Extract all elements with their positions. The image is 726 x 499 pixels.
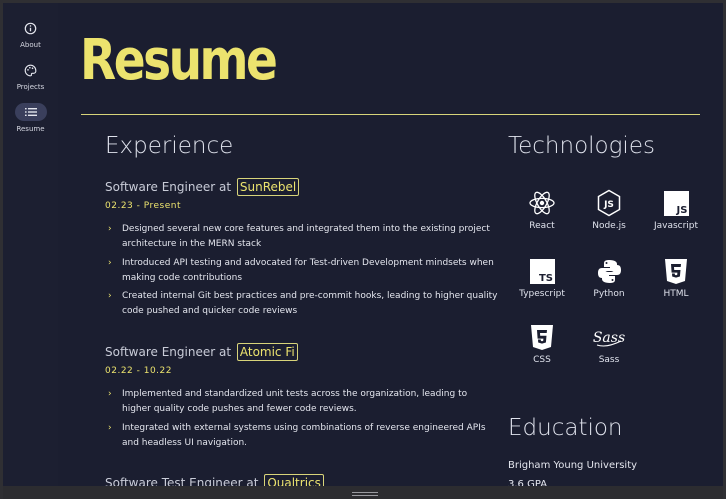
nav-item-resume[interactable]: Resume <box>3 103 58 133</box>
nav-label: About <box>20 41 41 49</box>
tech-name: HTML <box>663 289 689 299</box>
window-bottom-bar <box>0 486 726 499</box>
tech-item-react: React <box>512 188 572 231</box>
sass-icon: Sass <box>579 322 639 352</box>
tech-name: Typescript <box>519 289 565 299</box>
job-title: Software Engineer at Atomic Fi <box>105 343 298 361</box>
nav-label: Projects <box>16 83 45 91</box>
job-bullet: › Integrated with external systems using… <box>108 423 486 448</box>
palette-icon <box>15 61 47 79</box>
tech-name: React <box>529 221 555 231</box>
sidebar-nav: About Projects Resume <box>3 3 58 486</box>
job-title: Software Engineer at SunRebel <box>105 178 300 196</box>
nav-item-projects[interactable]: Projects <box>3 61 58 91</box>
tech-item-javascript: JS Javascript <box>646 188 706 231</box>
job-dates: 02.23 - Present <box>105 201 182 211</box>
list-icon <box>14 103 47 121</box>
chevron-right-icon: › <box>108 423 112 433</box>
chevron-right-icon: › <box>108 291 112 301</box>
company-link[interactable]: Atomic Fi <box>236 343 298 361</box>
company-link[interactable]: SunRebel <box>236 178 300 196</box>
svg-text:TS: TS <box>538 273 552 284</box>
info-icon <box>15 19 47 37</box>
svg-text:JS: JS <box>675 205 687 216</box>
html5-icon <box>646 256 706 286</box>
resize-grip-line <box>352 495 378 496</box>
tech-name: Sass <box>598 355 620 365</box>
svg-text:Sass: Sass <box>593 330 625 346</box>
tech-name: Node.js <box>592 221 626 231</box>
tech-name: Javascript <box>653 221 699 231</box>
css3-icon <box>512 322 572 352</box>
job-bullet: › Designed several new core features and… <box>108 224 490 249</box>
job-bullet: › Implemented and standardized unit test… <box>108 389 468 414</box>
job-role: Software Engineer at <box>105 345 232 359</box>
education-heading: Education <box>508 415 623 441</box>
tech-item-sass: Sass Sass <box>579 322 639 365</box>
nodejs-icon: JS <box>579 188 639 218</box>
tech-item-nodejs: JS Node.js <box>579 188 639 231</box>
job-bullet: › Created internal Git best practices an… <box>108 291 498 316</box>
education-school: Brigham Young University <box>508 460 638 471</box>
tech-item-html: HTML <box>646 256 706 299</box>
experience-heading: Experience <box>105 133 234 159</box>
tech-item-typescript: TS Typescript <box>512 256 572 299</box>
title-divider <box>81 114 700 115</box>
page-title: Resume <box>80 28 278 93</box>
tech-name: Python <box>593 289 625 299</box>
tech-item-python: Python <box>579 256 639 299</box>
job-role: Software Engineer at <box>105 180 232 194</box>
nav-label: Resume <box>16 125 45 133</box>
chevron-right-icon: › <box>108 224 112 234</box>
python-icon <box>579 256 639 286</box>
tech-name: CSS <box>533 355 551 365</box>
chevron-right-icon: › <box>108 389 112 399</box>
job-bullet: › Introduced API testing and advocated f… <box>108 258 494 283</box>
tech-item-css: CSS <box>512 322 572 365</box>
technologies-heading: Technologies <box>508 133 655 159</box>
react-icon <box>512 188 572 218</box>
svg-text:JS: JS <box>603 200 614 210</box>
typescript-icon: TS <box>512 256 572 286</box>
job-dates: 02.22 - 10.22 <box>105 366 172 376</box>
resize-grip-line <box>352 492 378 493</box>
chevron-right-icon: › <box>108 258 112 268</box>
javascript-icon: JS <box>646 188 706 218</box>
nav-item-about[interactable]: About <box>3 19 58 49</box>
